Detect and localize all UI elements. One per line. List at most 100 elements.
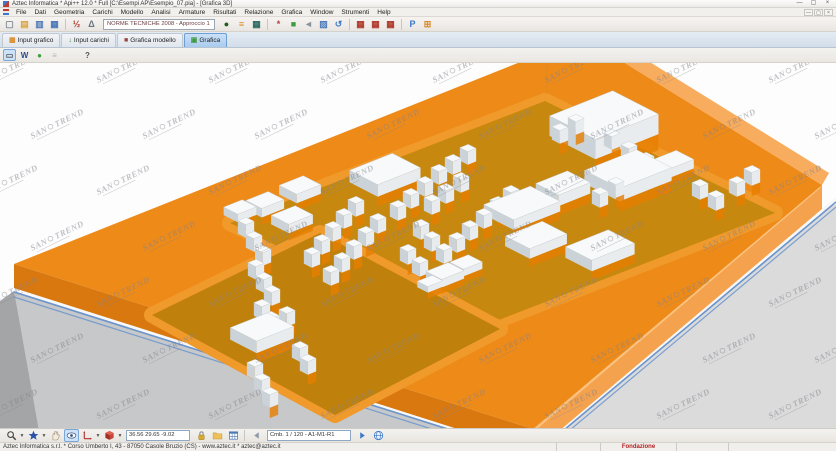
- close-button[interactable]: ×: [821, 0, 834, 7]
- wireframe-w-icon[interactable]: W: [18, 49, 31, 61]
- minimize-button[interactable]: —: [793, 0, 806, 7]
- soil-strata-icon[interactable]: ≡: [235, 18, 249, 31]
- materials-icon[interactable]: ●: [220, 18, 234, 31]
- menu-item-carichi[interactable]: Carichi: [88, 8, 116, 17]
- document-icon: [3, 9, 9, 15]
- loads-tab-icon: ↓: [68, 37, 72, 44]
- status-panel-0: [556, 443, 600, 451]
- svg-text:TREND: TREND: [455, 63, 488, 73]
- svg-text:TREND: TREND: [277, 106, 310, 129]
- lock-view-icon[interactable]: [194, 429, 209, 442]
- mdi-minimize-button[interactable]: —: [804, 9, 813, 16]
- svg-text:SAN: SAN: [94, 68, 115, 85]
- zoom-tool-icon[interactable]: [4, 429, 19, 442]
- mdi-restore-button[interactable]: ▢: [814, 9, 823, 16]
- svg-text:TREND: TREND: [119, 162, 152, 185]
- menu-item-modello[interactable]: Modello: [117, 8, 148, 17]
- report-icon[interactable]: ⊞: [421, 18, 435, 31]
- dropdown-caret[interactable]: ▼: [95, 433, 101, 439]
- recalc-icon[interactable]: ↺: [332, 18, 346, 31]
- 3d-viewport-canvas[interactable]: SANTRENDSANTRENDSANTRENDSANTRENDSANTREND…: [0, 63, 836, 428]
- tab-input-grafico[interactable]: ▦Input grafico: [2, 33, 60, 47]
- notifications-icon[interactable]: ◄: [302, 18, 316, 31]
- print-icon[interactable]: P: [406, 18, 420, 31]
- svg-text:TREND: TREND: [343, 63, 376, 73]
- analysis-options-icon[interactable]: *: [272, 18, 286, 31]
- menu-item-help[interactable]: Help: [373, 8, 394, 17]
- pan-hand-icon[interactable]: [48, 429, 63, 442]
- dropdown-caret[interactable]: ▼: [41, 433, 47, 439]
- menu-item-window[interactable]: Window: [306, 8, 337, 17]
- toolbar-separator: [349, 19, 350, 30]
- units-icon[interactable]: ½: [70, 18, 84, 31]
- prev-combination-icon[interactable]: [249, 429, 264, 442]
- svg-text:TREND: TREND: [7, 63, 40, 73]
- matrix-delete-icon[interactable]: ▦: [384, 18, 398, 31]
- save-all-icon[interactable]: ▦: [48, 18, 62, 31]
- matrix-results-icon[interactable]: ▦: [354, 18, 368, 31]
- viewport: SANTRENDSANTRENDSANTRENDSANTRENDSANTREND…: [0, 63, 836, 428]
- select-window-icon[interactable]: ▭: [3, 49, 16, 61]
- coordinates-field[interactable]: 36.56 29.65 -9.02: [126, 430, 190, 441]
- menu-item-armature[interactable]: Armature: [175, 8, 210, 17]
- save-icon[interactable]: ▥: [33, 18, 47, 31]
- svg-text:TREND: TREND: [119, 63, 152, 73]
- svg-text:SAN: SAN: [430, 68, 451, 85]
- maximize-button[interactable]: ▢: [807, 0, 820, 7]
- sections-grid-icon[interactable]: ▦: [250, 18, 264, 31]
- app-icon: [3, 1, 9, 7]
- svg-text:TREND: TREND: [7, 162, 40, 185]
- graphics-tab-icon: ▣: [191, 37, 198, 44]
- svg-text:SAN: SAN: [28, 124, 49, 141]
- mdi-close-button[interactable]: ×: [824, 9, 833, 16]
- norme-tecniche-dropdown[interactable]: NORME TECNICHE 2008 - Approccio 1: [103, 19, 215, 30]
- selection-toolbar: ▭W●≡?: [0, 48, 836, 63]
- menu-item-analisi[interactable]: Analisi: [147, 8, 174, 17]
- next-combination-icon[interactable]: [355, 429, 370, 442]
- menu-item-file[interactable]: File: [12, 8, 30, 17]
- tab-grafica[interactable]: ▣Grafica: [184, 33, 228, 47]
- svg-text:TREND: TREND: [165, 106, 198, 129]
- view-table-icon[interactable]: [226, 429, 241, 442]
- svg-text:SAN: SAN: [318, 68, 339, 85]
- status-bar: Aztec Informatica s.r.l. * Corso Umberto…: [0, 443, 836, 451]
- toolbar-separator: [244, 430, 245, 441]
- new-file-icon[interactable]: ▢: [3, 18, 17, 31]
- model-options-icon[interactable]: ■: [287, 18, 301, 31]
- tab-grafica-modello[interactable]: ■Grafica modello: [117, 33, 183, 47]
- axes-origin-icon[interactable]: [80, 429, 95, 442]
- svg-text:SAN: SAN: [252, 124, 273, 141]
- render-solid-icon[interactable]: ●: [33, 49, 46, 61]
- solid-view-cube-icon[interactable]: [102, 429, 117, 442]
- menu-item-relazione[interactable]: Relazione: [240, 8, 277, 17]
- tab-label: Input grafico: [18, 37, 54, 44]
- list-disabled-icon[interactable]: ≡: [48, 49, 61, 61]
- menu-item-geometria[interactable]: Geometria: [50, 8, 88, 17]
- menu-bar: FileDatiGeometriaCarichiModelloAnalisiAr…: [0, 8, 836, 17]
- svg-text:SAN: SAN: [812, 124, 833, 141]
- mesh-edit-icon[interactable]: ▨: [317, 18, 331, 31]
- context-panel: Fondazione: [600, 443, 676, 451]
- redraw-eye-icon[interactable]: [64, 429, 79, 442]
- tab-label: Grafica modello: [130, 37, 176, 44]
- svg-text:TREND: TREND: [679, 63, 712, 73]
- views-star-icon[interactable]: [26, 429, 41, 442]
- app-window: Aztec Informatica * Api++ 12.0 * Full [C…: [0, 0, 836, 451]
- menu-item-strumenti[interactable]: Strumenti: [337, 8, 373, 17]
- menu-item-grafica[interactable]: Grafica: [277, 8, 306, 17]
- help-icon[interactable]: ?: [81, 49, 94, 61]
- dropdown-caret[interactable]: ▼: [19, 433, 25, 439]
- svg-text:TREND: TREND: [231, 63, 264, 73]
- grid-tab-icon: ▦: [9, 37, 16, 44]
- matrix-check-icon[interactable]: ▦: [369, 18, 383, 31]
- code-standards-icon[interactable]: Δ: [85, 18, 99, 31]
- open-file-icon[interactable]: ▤: [18, 18, 32, 31]
- world-view-icon[interactable]: [371, 429, 386, 442]
- menu-item-risultati[interactable]: Risultati: [209, 8, 240, 17]
- open-view-icon[interactable]: [210, 429, 225, 442]
- svg-text:TREND: TREND: [791, 63, 824, 73]
- tab-input-carichi[interactable]: ↓Input carichi: [61, 33, 116, 47]
- dropdown-caret[interactable]: ▼: [117, 433, 123, 439]
- combination-field[interactable]: Cmb. 1 / 120 - A1-M1-R1: [267, 430, 351, 441]
- menu-item-dati[interactable]: Dati: [30, 8, 50, 17]
